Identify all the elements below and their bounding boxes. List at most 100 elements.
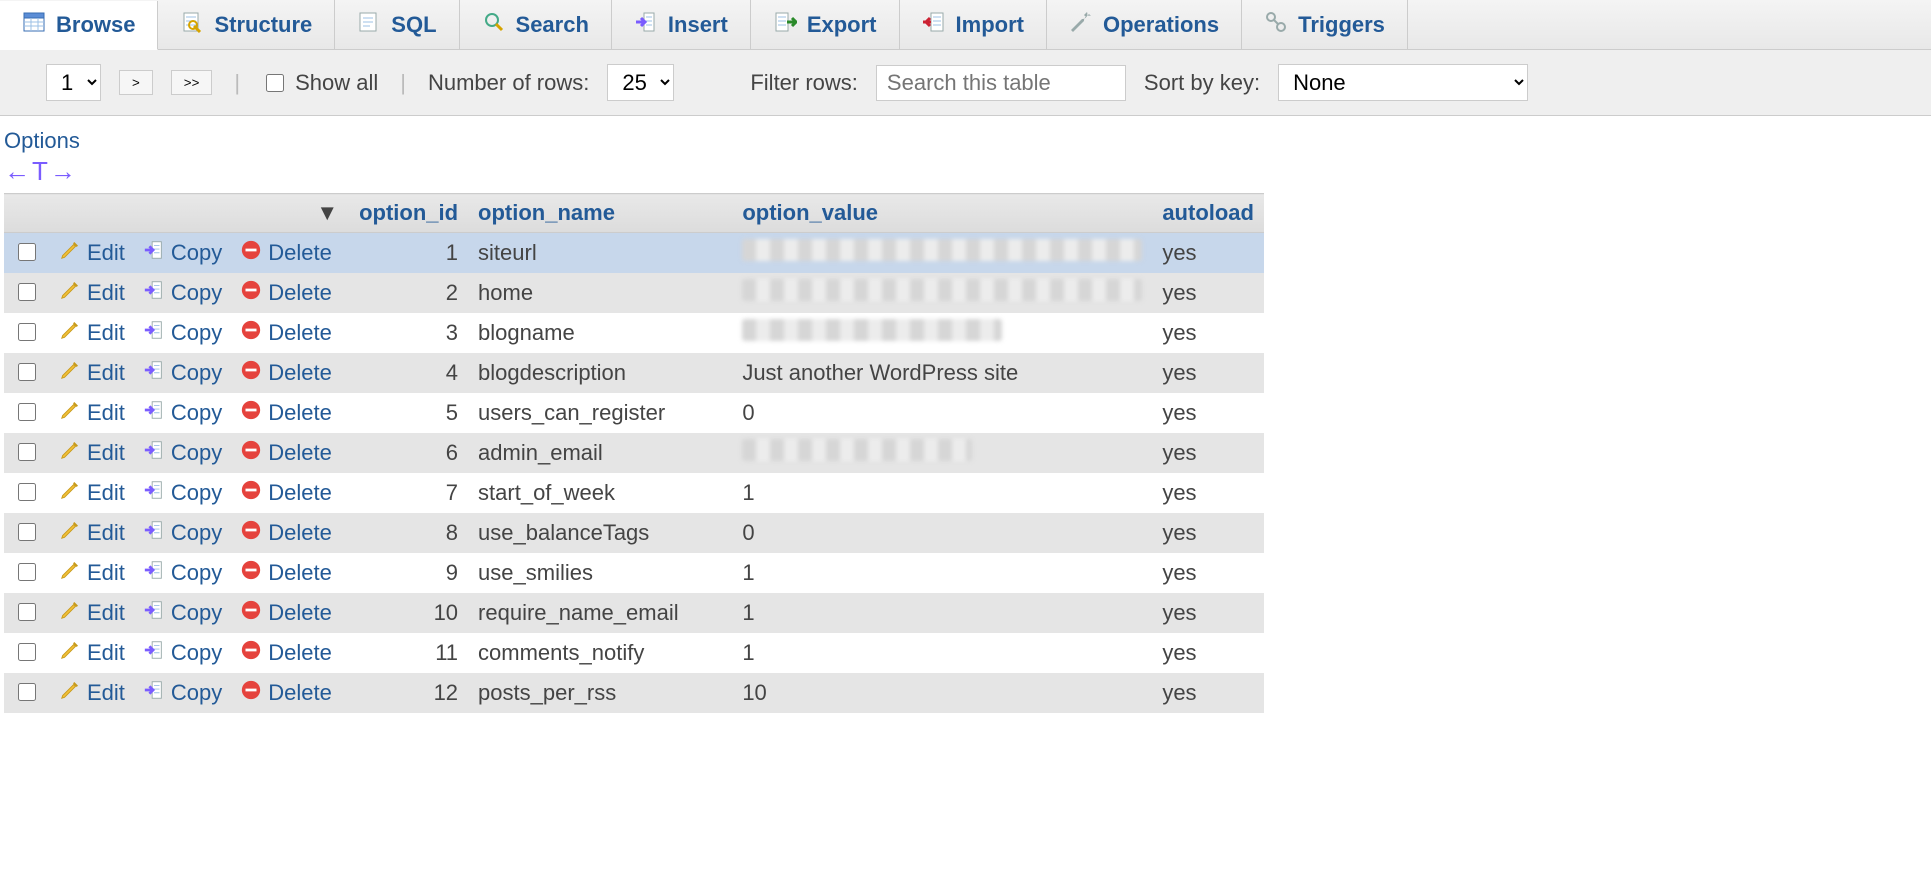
copy-button[interactable]: Copy — [143, 439, 222, 467]
cell-option-value: 1 — [732, 553, 1152, 593]
col-option-id[interactable]: option_id — [348, 194, 468, 233]
table-row: Edit Copy Delete 11 comments_notify 1 — [4, 633, 1264, 673]
cell-option-value: 0 — [732, 513, 1152, 553]
copy-label: Copy — [171, 280, 222, 306]
edit-label: Edit — [87, 560, 125, 586]
row-checkbox[interactable] — [18, 643, 36, 661]
edit-button[interactable]: Edit — [59, 599, 125, 627]
delete-label: Delete — [268, 640, 332, 666]
cell-option-value: 1 — [732, 593, 1152, 633]
copy-icon — [143, 559, 165, 587]
copy-button[interactable]: Copy — [143, 479, 222, 507]
tab-search[interactable]: Search — [460, 0, 612, 49]
tab-label: Structure — [214, 12, 312, 38]
redacted-value — [742, 239, 1142, 261]
delete-button[interactable]: Delete — [240, 679, 332, 707]
edit-button[interactable]: Edit — [59, 319, 125, 347]
row-checkbox[interactable] — [18, 523, 36, 541]
tab-browse[interactable]: Browse — [0, 1, 158, 50]
tab-import[interactable]: Import — [900, 0, 1047, 49]
edit-button[interactable]: Edit — [59, 519, 125, 547]
num-rows-select[interactable]: 25 — [607, 64, 674, 101]
edit-label: Edit — [87, 320, 125, 346]
copy-button[interactable]: Copy — [143, 319, 222, 347]
last-page-button[interactable]: >> — [171, 70, 213, 95]
show-all-checkbox[interactable] — [266, 74, 284, 92]
row-checkbox[interactable] — [18, 603, 36, 621]
row-checkbox[interactable] — [18, 483, 36, 501]
edit-label: Edit — [87, 440, 125, 466]
cell-autoload: yes — [1152, 633, 1264, 673]
delete-label: Delete — [268, 360, 332, 386]
copy-icon — [143, 279, 165, 307]
delete-label: Delete — [268, 600, 332, 626]
row-checkbox[interactable] — [18, 323, 36, 341]
delete-button[interactable]: Delete — [240, 239, 332, 267]
col-option-value[interactable]: option_value — [732, 194, 1152, 233]
copy-button[interactable]: Copy — [143, 399, 222, 427]
delete-icon — [240, 439, 262, 467]
cell-option-name: users_can_register — [468, 393, 732, 433]
tab-sql[interactable]: SQL — [335, 0, 459, 49]
cell-option-value — [732, 313, 1152, 353]
copy-button[interactable]: Copy — [143, 239, 222, 267]
delete-icon — [240, 679, 262, 707]
sort-select[interactable]: None — [1278, 64, 1528, 101]
cell-option-value: 10 — [732, 673, 1152, 713]
delete-button[interactable]: Delete — [240, 599, 332, 627]
tab-structure[interactable]: Structure — [158, 0, 335, 49]
tab-export[interactable]: Export — [751, 0, 900, 49]
tab-insert[interactable]: Insert — [612, 0, 751, 49]
edit-button[interactable]: Edit — [59, 639, 125, 667]
delete-button[interactable]: Delete — [240, 319, 332, 347]
search-icon — [482, 10, 506, 40]
copy-button[interactable]: Copy — [143, 599, 222, 627]
delete-button[interactable]: Delete — [240, 399, 332, 427]
edit-button[interactable]: Edit — [59, 279, 125, 307]
row-checkbox[interactable] — [18, 283, 36, 301]
next-page-button[interactable]: > — [119, 70, 153, 95]
delete-button[interactable]: Delete — [240, 639, 332, 667]
page-select[interactable]: 1 — [46, 64, 101, 101]
delete-button[interactable]: Delete — [240, 519, 332, 547]
edit-button[interactable]: Edit — [59, 439, 125, 467]
cell-autoload: yes — [1152, 593, 1264, 633]
table-row: Edit Copy Delete 7 start_of_week 1 ye — [4, 473, 1264, 513]
tab-triggers[interactable]: Triggers — [1242, 0, 1408, 49]
expand-collapse-icon[interactable]: ←T→ — [4, 154, 1927, 193]
copy-button[interactable]: Copy — [143, 679, 222, 707]
edit-button[interactable]: Edit — [59, 679, 125, 707]
edit-button[interactable]: Edit — [59, 559, 125, 587]
tab-operations[interactable]: Operations — [1047, 0, 1242, 49]
table-row: Edit Copy Delete 10 require_name_email 1 — [4, 593, 1264, 633]
edit-button[interactable]: Edit — [59, 239, 125, 267]
row-checkbox[interactable] — [18, 683, 36, 701]
filter-input[interactable] — [876, 65, 1126, 101]
row-checkbox[interactable] — [18, 563, 36, 581]
delete-button[interactable]: Delete — [240, 359, 332, 387]
row-checkbox[interactable] — [18, 363, 36, 381]
table-row: Edit Copy Delete 6 admin_email yes — [4, 433, 1264, 473]
col-autoload[interactable]: autoload — [1152, 194, 1264, 233]
cell-option-name: admin_email — [468, 433, 732, 473]
show-all-label: Show all — [295, 70, 378, 96]
options-link[interactable]: Options — [4, 128, 1927, 154]
copy-icon — [143, 679, 165, 707]
col-option-name[interactable]: option_name — [468, 194, 732, 233]
pencil-icon — [59, 519, 81, 547]
row-checkbox[interactable] — [18, 243, 36, 261]
copy-button[interactable]: Copy — [143, 359, 222, 387]
copy-button[interactable]: Copy — [143, 279, 222, 307]
copy-button[interactable]: Copy — [143, 519, 222, 547]
row-checkbox[interactable] — [18, 403, 36, 421]
copy-button[interactable]: Copy — [143, 559, 222, 587]
delete-button[interactable]: Delete — [240, 479, 332, 507]
edit-button[interactable]: Edit — [59, 359, 125, 387]
edit-button[interactable]: Edit — [59, 479, 125, 507]
edit-button[interactable]: Edit — [59, 399, 125, 427]
delete-button[interactable]: Delete — [240, 559, 332, 587]
delete-button[interactable]: Delete — [240, 439, 332, 467]
copy-button[interactable]: Copy — [143, 639, 222, 667]
delete-button[interactable]: Delete — [240, 279, 332, 307]
row-checkbox[interactable] — [18, 443, 36, 461]
